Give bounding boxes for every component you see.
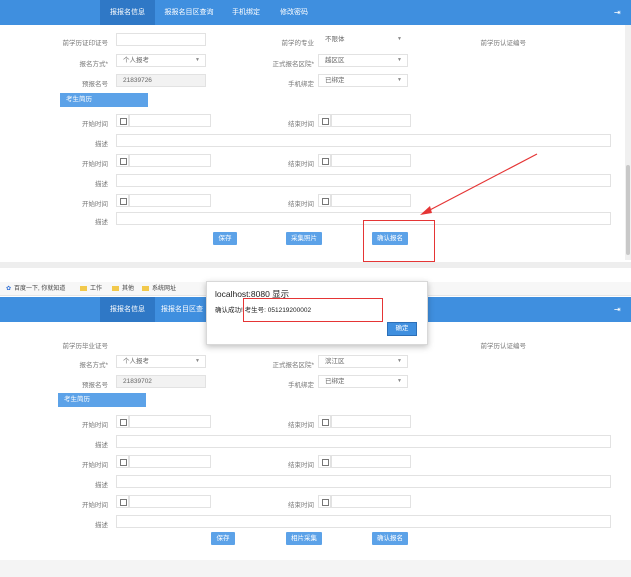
label-prev-cert-no: 前学历毕业证号 <box>62 343 109 350</box>
bookmark-system[interactable]: 系统网址 <box>142 282 176 296</box>
exit-icon[interactable]: ⇥ <box>614 305 623 314</box>
folder-icon <box>112 285 119 291</box>
calendar-icon[interactable] <box>318 495 331 508</box>
label-register-method: 报名方式* <box>79 362 108 369</box>
bookmark-label: 工作 <box>90 286 103 292</box>
alert-dialog: localhost:8080 显示 确认成功! 考生号: 05121920000… <box>206 281 428 345</box>
start-time-input[interactable] <box>129 495 211 508</box>
label-prev-verify-no: 前学历认证编号 <box>480 343 527 350</box>
register-method-select[interactable]: 个人报考 ▼ <box>116 355 206 368</box>
calendar-icon[interactable] <box>116 495 129 508</box>
save-button[interactable]: 保存 <box>211 532 235 545</box>
bookmark-label: 百度一下, 你就知道 <box>14 286 66 292</box>
bookmark-other[interactable]: 其他 <box>112 282 134 296</box>
confirm-register-button[interactable]: 确认报名 <box>372 532 408 545</box>
label-desc: 描述 <box>95 482 108 489</box>
phone-bind-value: 已绑定 <box>325 378 345 385</box>
end-time-input[interactable] <box>331 455 411 468</box>
calendar-icon[interactable] <box>116 455 129 468</box>
bottom-strip <box>0 560 631 577</box>
folder-icon <box>80 285 87 291</box>
label-phone-bind: 手机绑定 <box>288 382 314 389</box>
prereg-no-field: 21839702 <box>116 375 206 388</box>
section-resume: 考生简历 <box>58 393 146 407</box>
register-district-select[interactable]: 滨江区 ▼ <box>318 355 408 368</box>
label-end-time: 结束时间 <box>288 462 314 469</box>
chevron-down-icon: ▼ <box>397 378 402 384</box>
start-time-input[interactable] <box>129 455 211 468</box>
tab-registration-query[interactable]: 报报名目区查询 <box>158 297 206 338</box>
register-district-value: 滨江区 <box>325 358 345 365</box>
label-start-time: 开始时间 <box>82 462 108 469</box>
end-time-input[interactable] <box>331 495 411 508</box>
label-end-time: 结束时间 <box>288 422 314 429</box>
dialog-message-prefix: 确认成功! <box>215 307 243 314</box>
label-start-time: 开始时间 <box>82 502 108 509</box>
annotation-box <box>243 298 383 322</box>
collect-photo-button[interactable]: 相片采集 <box>286 532 322 545</box>
desc-input[interactable] <box>116 475 611 488</box>
calendar-icon[interactable] <box>318 415 331 428</box>
folder-icon <box>142 285 149 291</box>
bookmark-work[interactable]: 工作 <box>80 282 102 296</box>
bookmark-label: 系统网址 <box>152 286 177 292</box>
calendar-icon[interactable] <box>318 455 331 468</box>
prev-cert-input[interactable] <box>116 336 206 349</box>
paw-icon: ✿ <box>6 286 12 292</box>
chevron-down-icon: ▼ <box>397 358 402 364</box>
phone-bind-select[interactable]: 已绑定 ▼ <box>318 375 408 388</box>
calendar-icon[interactable] <box>116 415 129 428</box>
label-end-time: 结束时间 <box>288 502 314 509</box>
divider <box>0 262 631 268</box>
chevron-down-icon: ▼ <box>195 358 200 364</box>
register-method-value: 个人报考 <box>123 358 149 365</box>
desc-input[interactable] <box>116 435 611 448</box>
label-start-time: 开始时间 <box>82 422 108 429</box>
dialog-ok-button[interactable]: 确定 <box>387 322 417 336</box>
label-desc: 描述 <box>95 522 108 529</box>
desc-input[interactable] <box>116 515 611 528</box>
label-desc: 描述 <box>95 442 108 449</box>
label-register-district: 正式报名区院* <box>272 362 314 369</box>
bookmark-label: 其他 <box>122 286 135 292</box>
tab-registration-info[interactable]: 报报名信息 <box>100 297 155 322</box>
start-time-input[interactable] <box>129 415 211 428</box>
bookmark-baidu[interactable]: ✿ 百度一下, 你就知道 <box>6 282 65 296</box>
label-prereg-no: 预报名号 <box>82 382 108 389</box>
end-time-input[interactable] <box>331 415 411 428</box>
